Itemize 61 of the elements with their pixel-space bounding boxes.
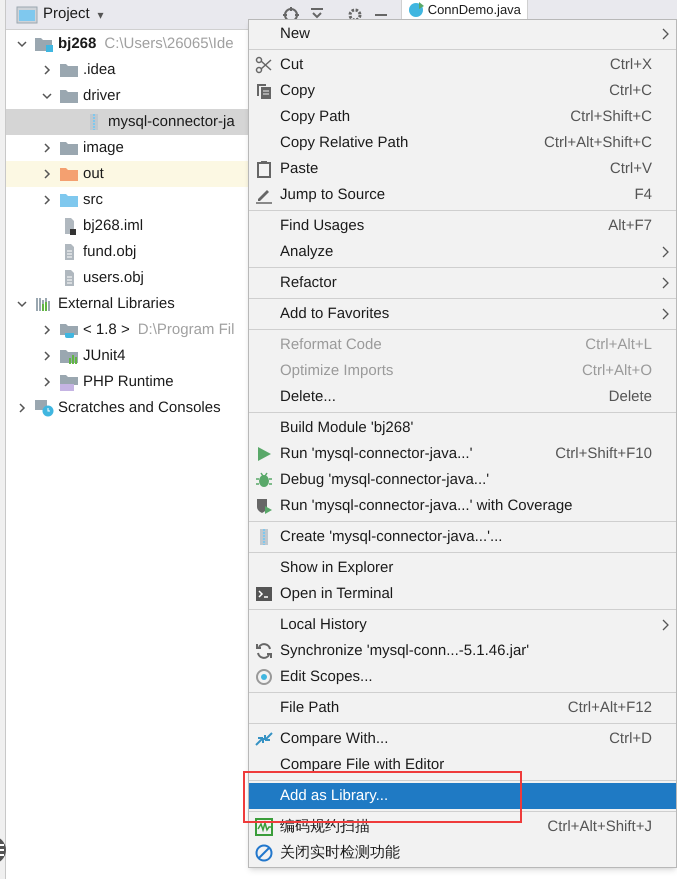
menu-label: Local History	[280, 614, 367, 635]
menu-label: Open in Terminal	[280, 584, 394, 604]
shortcut-label: Ctrl+Shift+F10	[555, 444, 652, 464]
tree-label: driver	[83, 86, 121, 106]
tree-label: < 1.8 >	[83, 320, 130, 340]
shortcut-label: Ctrl+D	[609, 728, 652, 749]
panel-title: Project	[43, 4, 90, 24]
menu-label: Delete...	[280, 386, 336, 407]
tree-label: bj268	[58, 34, 96, 54]
shortcut-label: Ctrl+Alt+L	[585, 334, 652, 355]
tree-label: mysql-connector-ja	[108, 112, 235, 132]
menu-label: Run 'mysql-connector-java...' with Coverage	[280, 496, 573, 516]
tree-label: Scratches and Consoles	[58, 398, 221, 418]
menu-label: Compare File with Editor	[280, 754, 444, 775]
menu-label: Copy Relative Path	[280, 132, 408, 153]
menu-label: Jump to Source	[280, 184, 386, 205]
tree-path: C:\Users\26065\Ide	[104, 34, 234, 54]
menu-label: 关闭实时检测功能	[280, 842, 400, 863]
tree-path: D:\Program Fil	[138, 320, 234, 340]
tree-label: bj268.iml	[83, 216, 144, 236]
menu-label: Synchronize 'mysql-conn...-5.1.46.jar'	[280, 640, 530, 661]
menu-label: Add to Favorites	[280, 304, 390, 324]
shortcut-label: Ctrl+Alt+Shift+C	[544, 132, 652, 153]
menu-label: Paste	[280, 158, 318, 179]
shortcut-label: Ctrl+Alt+Shift+J	[547, 816, 652, 837]
menu-label: Edit Scopes...	[280, 666, 373, 687]
menu-label: Optimize Imports	[280, 360, 394, 381]
shortcut-label: Ctrl+Alt+F12	[568, 698, 652, 718]
shortcut-label: Ctrl+C	[609, 80, 652, 101]
menu-label: New	[280, 24, 310, 44]
tree-label: src	[83, 190, 103, 210]
shortcut-label: Ctrl+Shift+C	[570, 106, 652, 127]
tree-label: image	[83, 138, 124, 158]
menu-label: Run 'mysql-connector-java...'	[280, 444, 472, 464]
menu-label: Compare With...	[280, 728, 388, 749]
shortcut-label: F4	[634, 184, 652, 205]
menu-label: Analyze	[280, 242, 334, 262]
shortcut-label: Ctrl+V	[610, 158, 652, 179]
tree-label: out	[83, 164, 104, 184]
menu-label: Create 'mysql-connector-java...'...	[280, 526, 502, 547]
tree-label: .idea	[83, 60, 116, 80]
tree-label: PHP Runtime	[83, 372, 174, 392]
shortcut-label: Ctrl+Alt+O	[582, 360, 652, 381]
tree-label: External Libraries	[58, 294, 175, 314]
menu-label: Build Module 'bj268'	[280, 418, 414, 438]
menu-label: Reformat Code	[280, 334, 382, 355]
menu-label: Cut	[280, 54, 304, 75]
menu-label: Debug 'mysql-connector-java...'	[280, 470, 490, 490]
shortcut-label: Delete	[608, 386, 652, 407]
tree-label: JUnit4	[83, 346, 126, 366]
menu-label: Find Usages	[280, 216, 364, 236]
menu-label: Copy Path	[280, 106, 350, 127]
menu-label: Copy	[280, 80, 316, 101]
shortcut-label: Ctrl+X	[610, 54, 652, 75]
shortcut-label: Alt+F7	[608, 216, 652, 236]
menu-label: Show in Explorer	[280, 558, 394, 578]
menu-label: File Path	[280, 698, 340, 718]
menu-label: Refactor	[280, 272, 337, 293]
tree-label: users.obj	[83, 268, 144, 288]
tree-label: fund.obj	[83, 242, 136, 262]
menu-label: Add as Library...	[280, 786, 388, 806]
